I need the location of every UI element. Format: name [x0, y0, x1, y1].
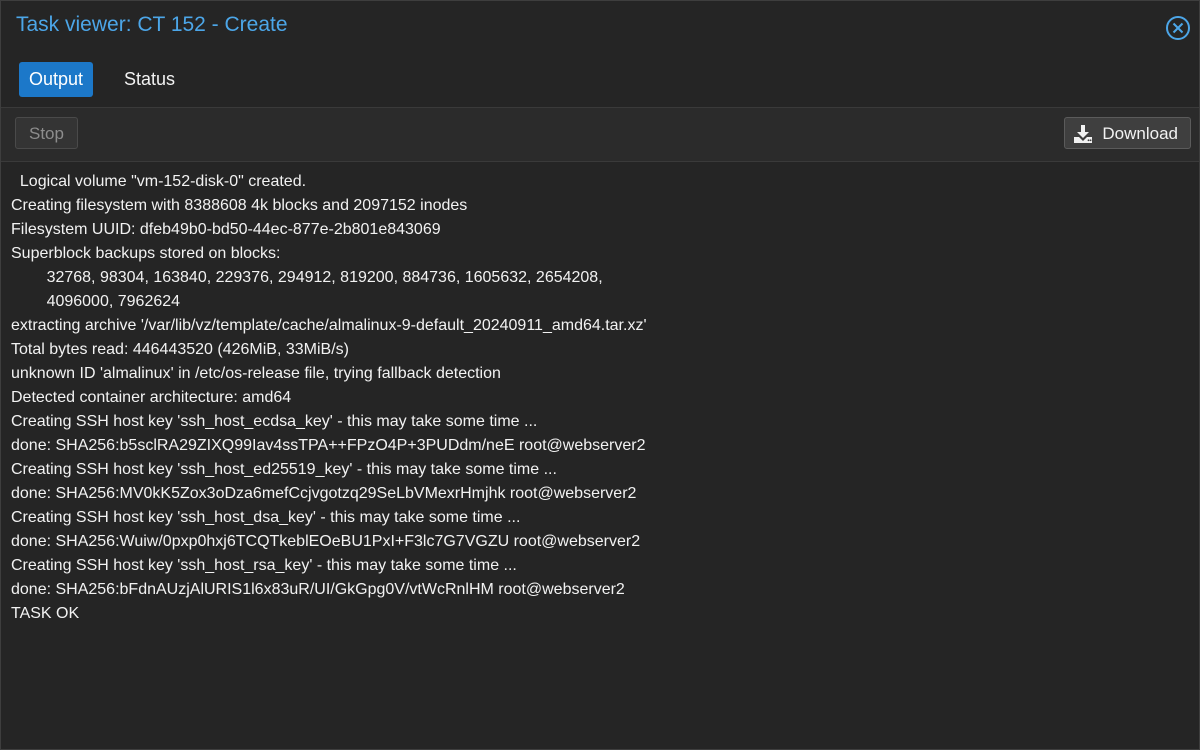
stop-button[interactable]: Stop: [15, 117, 78, 149]
log-line: Superblock backups stored on blocks:: [11, 245, 281, 262]
log-line: unknown ID 'almalinux' in /etc/os-releas…: [11, 365, 501, 382]
title-bar: Task viewer: CT 152 - Create: [1, 1, 1199, 52]
close-icon[interactable]: [1165, 15, 1191, 41]
download-label: Download: [1102, 124, 1178, 143]
log-line: Detected container architecture: amd64: [11, 389, 292, 406]
download-icon: [1073, 123, 1093, 143]
log-line: Creating SSH host key 'ssh_host_ecdsa_ke…: [11, 413, 538, 430]
toolbar: Stop Download: [1, 108, 1199, 162]
log-line: extracting archive '/var/lib/vz/template…: [11, 317, 647, 334]
download-button[interactable]: Download: [1064, 117, 1191, 149]
log-line: TASK OK: [11, 605, 80, 622]
task-output-log: Logical volume "vm-152-disk-0" created. C…: [1, 162, 1199, 749]
log-line: done: SHA256:Wuiw/0pxp0hxj6TCQTkeblEOeBU…: [11, 533, 641, 550]
tab-output[interactable]: Output: [19, 62, 94, 97]
log-line: 32768, 98304, 163840, 229376, 294912, 81…: [11, 269, 603, 286]
log-line: done: SHA256:b5sclRA29ZIXQ99Iav4ssTPA++F…: [11, 437, 646, 454]
log-line: 4096000, 7962624: [11, 293, 181, 310]
log-line: Creating filesystem with 8388608 4k bloc…: [11, 197, 468, 214]
tab-bar: Output Status: [1, 52, 1199, 108]
log-line: Creating SSH host key 'ssh_host_ed25519_…: [11, 461, 557, 478]
task-viewer-window: Task viewer: CT 152 - Create Output Stat…: [0, 0, 1200, 750]
log-line: Creating SSH host key 'ssh_host_rsa_key'…: [11, 557, 517, 574]
tab-status[interactable]: Status: [114, 62, 185, 97]
log-line: done: SHA256:bFdnAUzjAlURIS1l6x83uR/UI/G…: [11, 581, 625, 598]
window-title: Task viewer: CT 152 - Create: [16, 13, 288, 36]
log-line: Filesystem UUID: dfeb49b0-bd50-44ec-877e…: [11, 221, 441, 238]
log-line: done: SHA256:MV0kK5Zox3oDza6mefCcjvgotzq…: [11, 485, 637, 502]
log-line: Creating SSH host key 'ssh_host_dsa_key'…: [11, 509, 521, 526]
log-lines: Logical volume "vm-152-disk-0" created. C…: [11, 170, 1189, 626]
log-line: Total bytes read: 446443520 (426MiB, 33M…: [11, 341, 349, 358]
log-line: Logical volume "vm-152-disk-0" created.: [11, 173, 307, 190]
